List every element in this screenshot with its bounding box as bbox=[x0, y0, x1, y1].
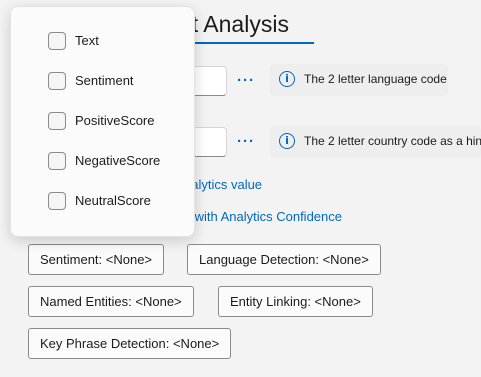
analytics-value-link[interactable]: nalytics value bbox=[184, 177, 262, 192]
checkbox-icon[interactable] bbox=[48, 152, 66, 170]
checkbox-icon[interactable] bbox=[48, 32, 66, 50]
country-more-options-icon[interactable]: ··· bbox=[233, 133, 259, 151]
option-label: Sentiment bbox=[75, 73, 134, 88]
language-more-options-icon[interactable]: ··· bbox=[233, 72, 259, 90]
info-icon: i bbox=[279, 133, 295, 149]
dropdown-option-negative-score[interactable]: NegativeScore bbox=[11, 144, 194, 178]
field-selection-dropdown: Text Sentiment PositiveScore NegativeSco… bbox=[10, 6, 195, 237]
country-code-info-box: i The 2 letter country code as a hin bbox=[270, 126, 481, 158]
named-entities-button[interactable]: Named Entities: <None> bbox=[28, 286, 194, 317]
language-code-info-text: The 2 letter language code bbox=[304, 72, 447, 86]
checkbox-icon[interactable] bbox=[48, 192, 66, 210]
language-detection-button[interactable]: Language Detection: <None> bbox=[187, 244, 381, 275]
option-label: Text bbox=[75, 33, 99, 48]
entity-linking-button[interactable]: Entity Linking: <None> bbox=[218, 286, 373, 317]
option-label: NeutralScore bbox=[75, 193, 151, 208]
option-label: PositiveScore bbox=[75, 113, 155, 128]
checkbox-icon[interactable] bbox=[48, 112, 66, 130]
info-icon: i bbox=[279, 71, 295, 87]
dropdown-option-neutral-score[interactable]: NeutralScore bbox=[11, 184, 194, 218]
language-code-info-box: i The 2 letter language code bbox=[270, 64, 448, 96]
sentiment-button[interactable]: Sentiment: <None> bbox=[28, 244, 165, 275]
key-phrase-detection-button[interactable]: Key Phrase Detection: <None> bbox=[28, 328, 232, 359]
country-code-info-text: The 2 letter country code as a hin bbox=[304, 134, 481, 148]
dropdown-option-text[interactable]: Text bbox=[11, 24, 194, 58]
analytics-confidence-link[interactable]: nce with Analytics Confidence bbox=[170, 209, 342, 224]
dropdown-option-positive-score[interactable]: PositiveScore bbox=[11, 104, 194, 138]
text-analysis-page: Text Analysis ··· i The 2 letter languag… bbox=[0, 0, 481, 377]
checkbox-icon[interactable] bbox=[48, 72, 66, 90]
option-label: NegativeScore bbox=[75, 153, 161, 168]
dropdown-option-sentiment[interactable]: Sentiment bbox=[11, 64, 194, 98]
